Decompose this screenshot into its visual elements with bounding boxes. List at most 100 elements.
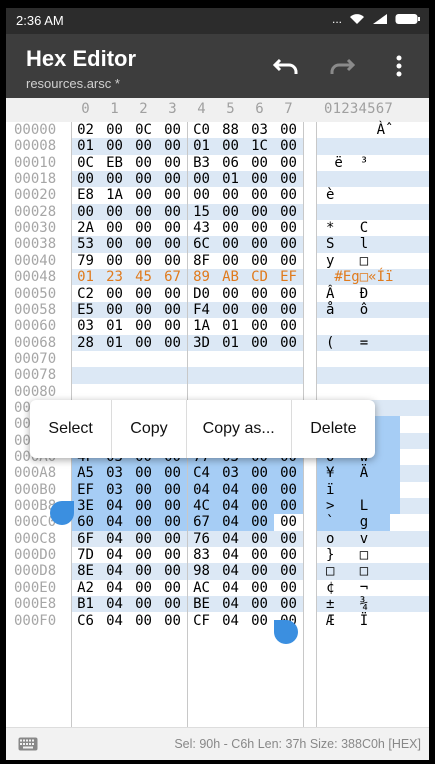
hex-byte[interactable]: 00 xyxy=(100,236,129,252)
ascii-text[interactable]: * C xyxy=(326,220,368,236)
overflow-menu-button[interactable] xyxy=(381,48,417,84)
hex-byte[interactable]: 00 xyxy=(245,465,274,481)
hex-byte[interactable]: 00 xyxy=(274,482,303,498)
ascii-text[interactable]: å ô xyxy=(326,302,368,318)
hex-byte[interactable]: 01 xyxy=(100,335,129,351)
hex-byte[interactable]: 00 xyxy=(245,613,274,629)
hex-byte[interactable]: 00 xyxy=(274,171,303,187)
hex-byte[interactable]: 3D xyxy=(187,335,216,351)
hex-byte[interactable]: 00 xyxy=(216,204,245,220)
hex-byte[interactable]: 00 xyxy=(129,482,158,498)
hex-byte[interactable]: 04 xyxy=(216,531,245,547)
hex-byte[interactable]: 00 xyxy=(274,187,303,203)
hex-byte[interactable]: 76 xyxy=(187,531,216,547)
hex-byte[interactable]: 00 xyxy=(245,547,274,563)
hex-byte[interactable]: 00 xyxy=(245,335,274,351)
hex-byte[interactable]: 00 xyxy=(129,563,158,579)
hex-byte[interactable]: 00 xyxy=(158,580,187,596)
hex-byte[interactable]: 8E xyxy=(71,563,100,579)
hex-byte[interactable]: 00 xyxy=(245,531,274,547)
hex-byte[interactable]: 04 xyxy=(100,580,129,596)
hex-byte[interactable]: 98 xyxy=(187,563,216,579)
hex-byte[interactable]: 00 xyxy=(274,286,303,302)
hex-byte[interactable]: 00 xyxy=(245,580,274,596)
hex-byte[interactable]: 00 xyxy=(129,531,158,547)
hex-byte[interactable]: 00 xyxy=(129,253,158,269)
hex-byte[interactable]: 00 xyxy=(216,138,245,154)
hex-byte[interactable]: 00 xyxy=(158,204,187,220)
hex-byte[interactable]: 00 xyxy=(158,155,187,171)
hex-byte[interactable]: 0C xyxy=(129,122,158,138)
hex-byte[interactable]: 00 xyxy=(129,498,158,514)
hex-byte[interactable]: 00 xyxy=(129,236,158,252)
ascii-text[interactable]: ë ³ xyxy=(326,155,368,171)
hex-byte[interactable]: CD xyxy=(245,269,274,285)
ascii-text[interactable]: y □ xyxy=(326,253,368,269)
hex-byte[interactable]: 00 xyxy=(245,563,274,579)
hex-byte[interactable]: 04 xyxy=(100,531,129,547)
hex-byte[interactable]: 0C xyxy=(71,155,100,171)
ascii-text[interactable]: Àˆ xyxy=(326,122,394,138)
hex-byte[interactable]: 00 xyxy=(245,286,274,302)
hex-byte[interactable]: C6 xyxy=(71,613,100,629)
ascii-text[interactable]: ( = xyxy=(326,335,368,351)
hex-byte[interactable]: 04 xyxy=(100,563,129,579)
hex-byte[interactable]: 00 xyxy=(129,580,158,596)
hex-byte[interactable]: 1C xyxy=(245,138,274,154)
hex-byte[interactable]: 00 xyxy=(158,253,187,269)
hex-byte[interactable]: 03 xyxy=(100,482,129,498)
hex-byte[interactable]: 00 xyxy=(158,286,187,302)
hex-byte[interactable]: 00 xyxy=(245,236,274,252)
hex-byte[interactable]: 00 xyxy=(158,531,187,547)
hex-byte[interactable]: 00 xyxy=(245,498,274,514)
redo-button[interactable] xyxy=(324,48,360,84)
hex-byte[interactable]: 00 xyxy=(100,253,129,269)
hex-byte[interactable]: 00 xyxy=(274,155,303,171)
hex-byte[interactable]: F4 xyxy=(187,302,216,318)
hex-byte[interactable]: 00 xyxy=(274,302,303,318)
hex-byte[interactable]: 4C xyxy=(187,498,216,514)
hex-byte[interactable]: 00 xyxy=(129,596,158,612)
hex-byte[interactable]: 00 xyxy=(129,171,158,187)
hex-byte[interactable]: 67 xyxy=(158,269,187,285)
hex-byte[interactable]: 04 xyxy=(216,498,245,514)
hex-byte[interactable]: 00 xyxy=(158,138,187,154)
hex-byte[interactable]: CF xyxy=(187,613,216,629)
hex-byte[interactable]: 00 xyxy=(245,482,274,498)
hex-byte[interactable]: 04 xyxy=(100,596,129,612)
hex-byte[interactable]: 04 xyxy=(216,613,245,629)
hex-byte[interactable]: 00 xyxy=(158,547,187,563)
ascii-text[interactable]: S l xyxy=(326,236,368,252)
hex-byte[interactable]: 01 xyxy=(71,269,100,285)
hex-byte[interactable]: 00 xyxy=(216,302,245,318)
hex-byte[interactable]: 00 xyxy=(216,187,245,203)
hex-byte[interactable]: 3E xyxy=(71,498,100,514)
ascii-text[interactable]: ` g xyxy=(326,514,368,530)
hex-byte[interactable]: 00 xyxy=(245,220,274,236)
hex-byte[interactable]: 00 xyxy=(100,122,129,138)
hex-byte[interactable]: 00 xyxy=(158,482,187,498)
hex-byte[interactable]: 02 xyxy=(71,122,100,138)
hex-byte[interactable]: 01 xyxy=(71,138,100,154)
hex-byte[interactable]: 00 xyxy=(245,204,274,220)
hex-byte[interactable]: 00 xyxy=(129,547,158,563)
hex-byte[interactable]: 00 xyxy=(158,335,187,351)
hex-byte[interactable]: 04 xyxy=(100,498,129,514)
hex-byte[interactable]: 45 xyxy=(129,269,158,285)
hex-byte[interactable]: 00 xyxy=(158,514,187,530)
hex-byte[interactable]: 6F xyxy=(71,531,100,547)
hex-byte[interactable]: 43 xyxy=(187,220,216,236)
hex-byte[interactable]: 01 xyxy=(187,138,216,154)
hex-byte[interactable]: 00 xyxy=(158,613,187,629)
hex-byte[interactable]: 88 xyxy=(216,122,245,138)
hex-byte[interactable]: 03 xyxy=(216,465,245,481)
hex-byte[interactable]: 1A xyxy=(187,318,216,334)
selection-start-handle[interactable] xyxy=(50,501,74,525)
hex-byte[interactable]: 00 xyxy=(129,465,158,481)
hex-byte[interactable]: 00 xyxy=(274,596,303,612)
hex-byte[interactable]: 00 xyxy=(129,335,158,351)
hex-byte[interactable]: 00 xyxy=(245,596,274,612)
hex-byte[interactable]: 00 xyxy=(129,138,158,154)
hex-byte[interactable]: AB xyxy=(216,269,245,285)
context-menu-copy-as[interactable]: Copy as... xyxy=(187,400,292,458)
